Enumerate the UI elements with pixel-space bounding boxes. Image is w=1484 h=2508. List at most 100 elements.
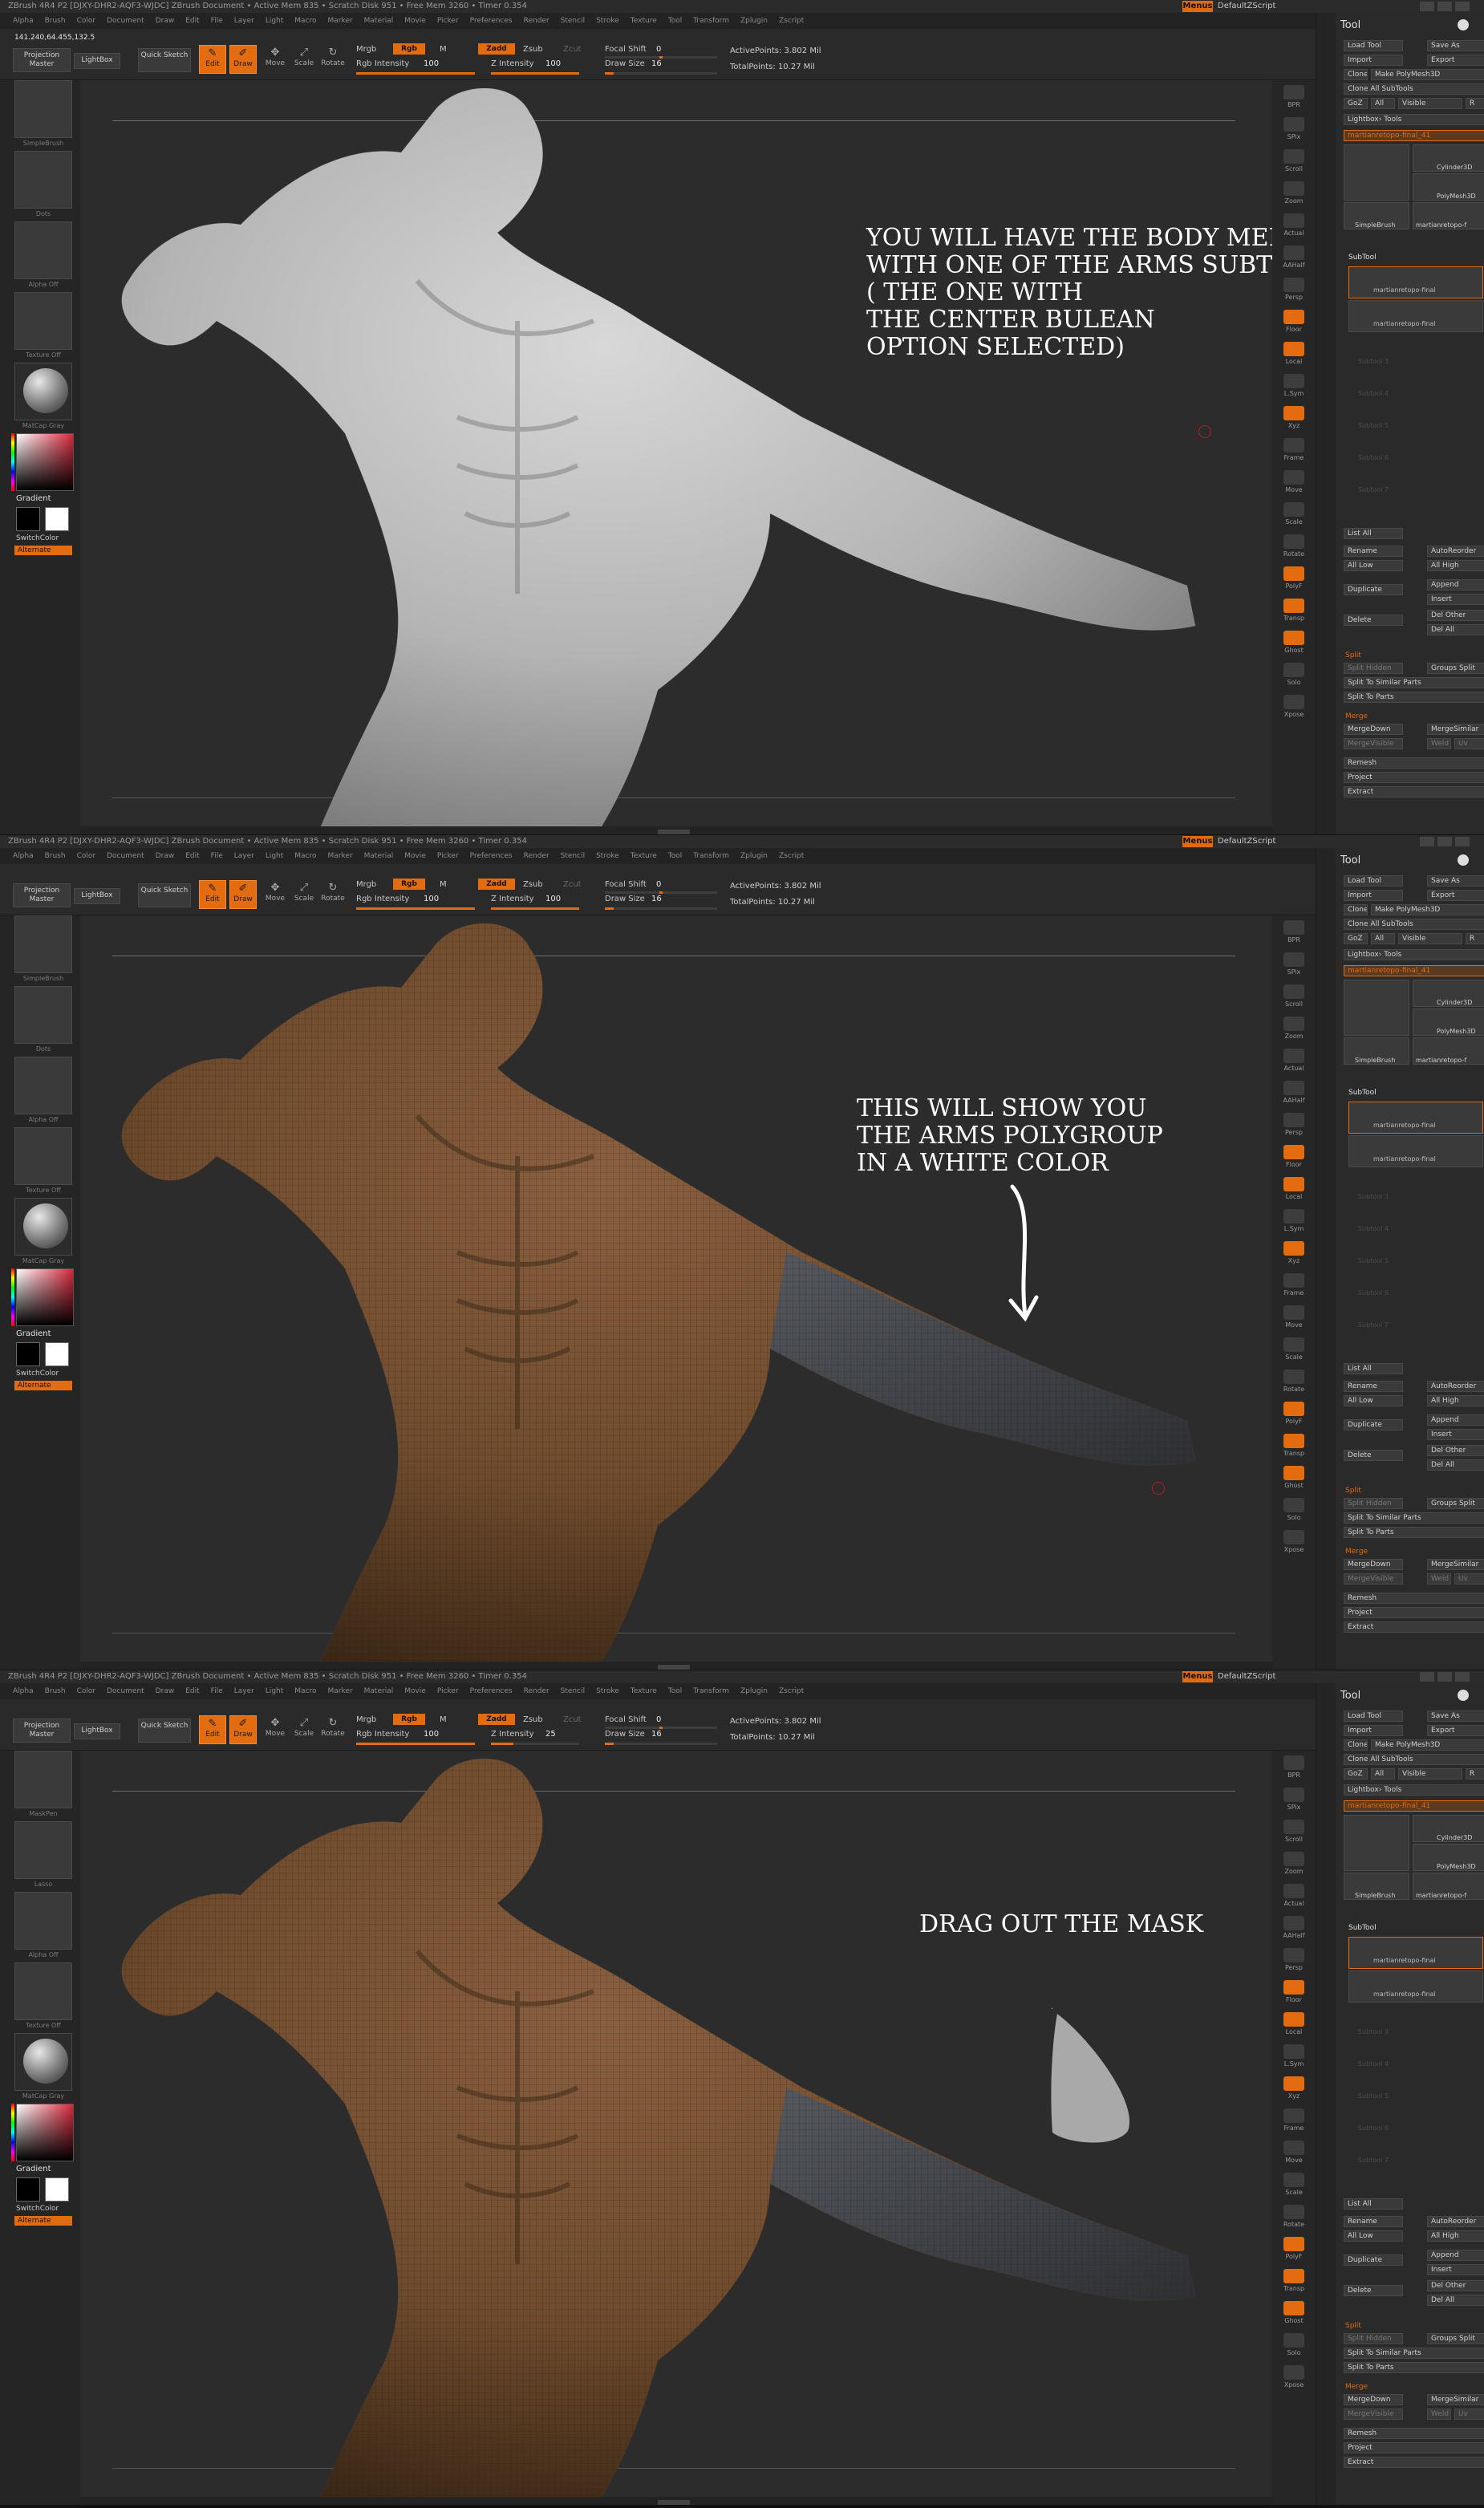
tool-merge-visible-button[interactable]: MergeVisible <box>1344 2409 1403 2420</box>
maximize-button[interactable] <box>1437 837 1452 846</box>
menu-item-preferences[interactable]: Preferences <box>470 17 513 25</box>
right-shelf-lsym-button[interactable]: L.Sym <box>1279 2043 1309 2070</box>
subtool-row-2[interactable]: martianretopo-final <box>1348 300 1483 332</box>
rgb-button[interactable]: Rgb <box>393 1714 425 1725</box>
tool-insert-button[interactable]: Insert <box>1427 594 1484 605</box>
right-shelf-ghost-button[interactable]: Ghost <box>1279 629 1309 656</box>
right-shelf-zoom-button[interactable]: Zoom <box>1279 1850 1309 1877</box>
tool-groups-split-button[interactable]: Groups Split <box>1427 1498 1484 1509</box>
menu-item-picker[interactable]: Picker <box>437 17 459 25</box>
menus-button[interactable]: Menus <box>1182 836 1213 847</box>
menu-item-zscript[interactable]: Zscript <box>779 852 804 860</box>
menu-item-render[interactable]: Render <box>524 1687 549 1695</box>
tool-merge-down-button[interactable]: MergeDown <box>1344 1559 1403 1570</box>
right-shelf-solo-button[interactable]: Solo <box>1279 661 1309 688</box>
edit-button[interactable]: ✎ Edit <box>199 880 226 909</box>
tool-clone-button[interactable]: Clone <box>1344 69 1368 80</box>
menu-item-tool[interactable]: Tool <box>668 852 682 860</box>
right-shelf-scale-button[interactable]: Scale <box>1279 501 1309 528</box>
right-shelf-lsym-button[interactable]: L.Sym <box>1279 1207 1309 1235</box>
tool-auto-reorder-button[interactable]: AutoReorder <box>1427 546 1484 557</box>
tool-all-high-button[interactable]: All High <box>1427 2230 1484 2242</box>
menu-item-macro[interactable]: Macro <box>294 852 316 860</box>
draw-button[interactable]: ✐ Draw <box>229 1715 257 1744</box>
zadd-button[interactable]: Zadd <box>478 43 515 55</box>
rgb-intensity-slider[interactable] <box>356 1743 475 1745</box>
right-shelf-polyf-button[interactable]: PolyF <box>1279 1400 1309 1427</box>
tool-split-hidden-button[interactable]: Split Hidden <box>1344 1498 1403 1509</box>
zadd-button[interactable]: Zadd <box>478 1714 515 1725</box>
right-shelf-transp-button[interactable]: Transp <box>1279 2267 1309 2295</box>
m-button[interactable]: M <box>440 1715 447 1724</box>
tool-del-other-button[interactable]: Del Other <box>1427 2280 1484 2291</box>
alpha-tile[interactable] <box>14 1892 72 1950</box>
secondary-color-swatch[interactable] <box>45 507 69 531</box>
right-shelf-lsym-button[interactable]: L.Sym <box>1279 372 1309 400</box>
tool-del-other-button[interactable]: Del Other <box>1427 610 1484 621</box>
menu-item-stroke[interactable]: Stroke <box>596 852 619 860</box>
tool-merge-similar-button[interactable]: MergeSimilar <box>1427 724 1484 735</box>
hue-strip[interactable] <box>11 1268 14 1326</box>
right-shelf-solo-button[interactable]: Solo <box>1279 1496 1309 1524</box>
menu-item-material[interactable]: Material <box>364 1687 394 1695</box>
menu-item-preferences[interactable]: Preferences <box>470 852 513 860</box>
tool-rename-button[interactable]: Rename <box>1344 2216 1403 2227</box>
tool-clone-all-button[interactable]: Clone All SubTools <box>1344 1754 1484 1765</box>
menu-item-material[interactable]: Material <box>364 17 394 25</box>
menu-item-preferences[interactable]: Preferences <box>470 1687 513 1695</box>
tool-make-polymesh-button[interactable]: Make PolyMesh3D <box>1371 1739 1484 1751</box>
right-shelf-solo-button[interactable]: Solo <box>1279 2331 1309 2359</box>
tool-all-high-button[interactable]: All High <box>1427 1395 1484 1406</box>
tool-load-tool-button[interactable]: Load Tool <box>1344 40 1403 51</box>
right-shelf-xpose-button[interactable]: Xpose <box>1279 693 1309 720</box>
scale-button[interactable]: ⤢ Scale <box>290 880 318 909</box>
right-shelf-frame-button[interactable]: Frame <box>1279 436 1309 464</box>
close-button[interactable] <box>1455 2 1470 11</box>
tool-remesh-button[interactable]: Remesh <box>1344 2428 1484 2439</box>
menu-item-edit[interactable]: Edit <box>185 1687 199 1695</box>
current-tool-slot[interactable]: martianretopo-final_41 <box>1344 1800 1484 1812</box>
menu-item-file[interactable]: File <box>211 1687 223 1695</box>
right-shelf-polyf-button[interactable]: PolyF <box>1279 565 1309 592</box>
right-shelf-ghost-button[interactable]: Ghost <box>1279 2299 1309 2327</box>
tool-merge-visible-button[interactable]: MergeVisible <box>1344 1573 1403 1585</box>
subtool-row-2[interactable]: martianretopo-final <box>1348 1135 1483 1167</box>
tool-lightbox-tools-button[interactable]: Lightbox› Tools <box>1344 949 1484 960</box>
right-shelf-move-button[interactable]: Move <box>1279 2139 1309 2166</box>
maximize-button[interactable] <box>1437 1672 1452 1682</box>
draw-size-slider[interactable] <box>605 72 717 75</box>
tool-all-button[interactable]: All <box>1371 933 1395 944</box>
m-button[interactable]: M <box>440 45 447 54</box>
tool-load-tool-button[interactable]: Load Tool <box>1344 875 1403 887</box>
right-shelf-zoom-button[interactable]: Zoom <box>1279 1015 1309 1042</box>
tool-split-parts-button[interactable]: Split To Parts <box>1344 1527 1484 1538</box>
rotate-button[interactable]: ↻ Rotate <box>319 1715 347 1744</box>
menu-item-marker[interactable]: Marker <box>328 1687 353 1695</box>
menu-item-transform[interactable]: Transform <box>693 852 729 860</box>
z-intensity-slider[interactable] <box>491 907 579 910</box>
merge-section-header[interactable]: Merge <box>1345 712 1368 720</box>
tool-weld-button[interactable]: Weld <box>1427 738 1451 749</box>
menu-item-layer[interactable]: Layer <box>234 852 254 860</box>
focal-shift-slider[interactable] <box>605 891 717 894</box>
tool-clone-button[interactable]: Clone <box>1344 1739 1368 1751</box>
texture-tile[interactable] <box>14 292 72 350</box>
gradient-label[interactable]: Gradient <box>16 494 51 503</box>
palette-scrollbar[interactable] <box>1316 13 1336 834</box>
right-shelf-rotate-button[interactable]: Rotate <box>1279 533 1309 560</box>
tool-save-as-button[interactable]: Save As <box>1427 40 1484 51</box>
hue-strip[interactable] <box>11 2104 14 2161</box>
close-button[interactable] <box>1455 1672 1470 1682</box>
tool-project-button[interactable]: Project <box>1344 2442 1484 2453</box>
right-shelf-transp-button[interactable]: Transp <box>1279 597 1309 624</box>
document-canvas[interactable]: YOU WILL HAVE THE BODY MERGEDWITH ONE OF… <box>80 80 1272 826</box>
right-shelf-rotate-button[interactable]: Rotate <box>1279 1368 1309 1395</box>
right-shelf-polyf-button[interactable]: PolyF <box>1279 2235 1309 2262</box>
menu-item-texture[interactable]: Texture <box>630 17 657 25</box>
right-shelf-aahalf-button[interactable]: AAHalf <box>1279 1079 1309 1106</box>
right-shelf-move-button[interactable]: Move <box>1279 1304 1309 1331</box>
focal-shift-slider[interactable] <box>605 56 717 59</box>
right-shelf-local-button[interactable]: Local <box>1279 2011 1309 2038</box>
menu-item-edit[interactable]: Edit <box>185 17 199 25</box>
move-button[interactable]: ✥ Move <box>262 1715 289 1744</box>
